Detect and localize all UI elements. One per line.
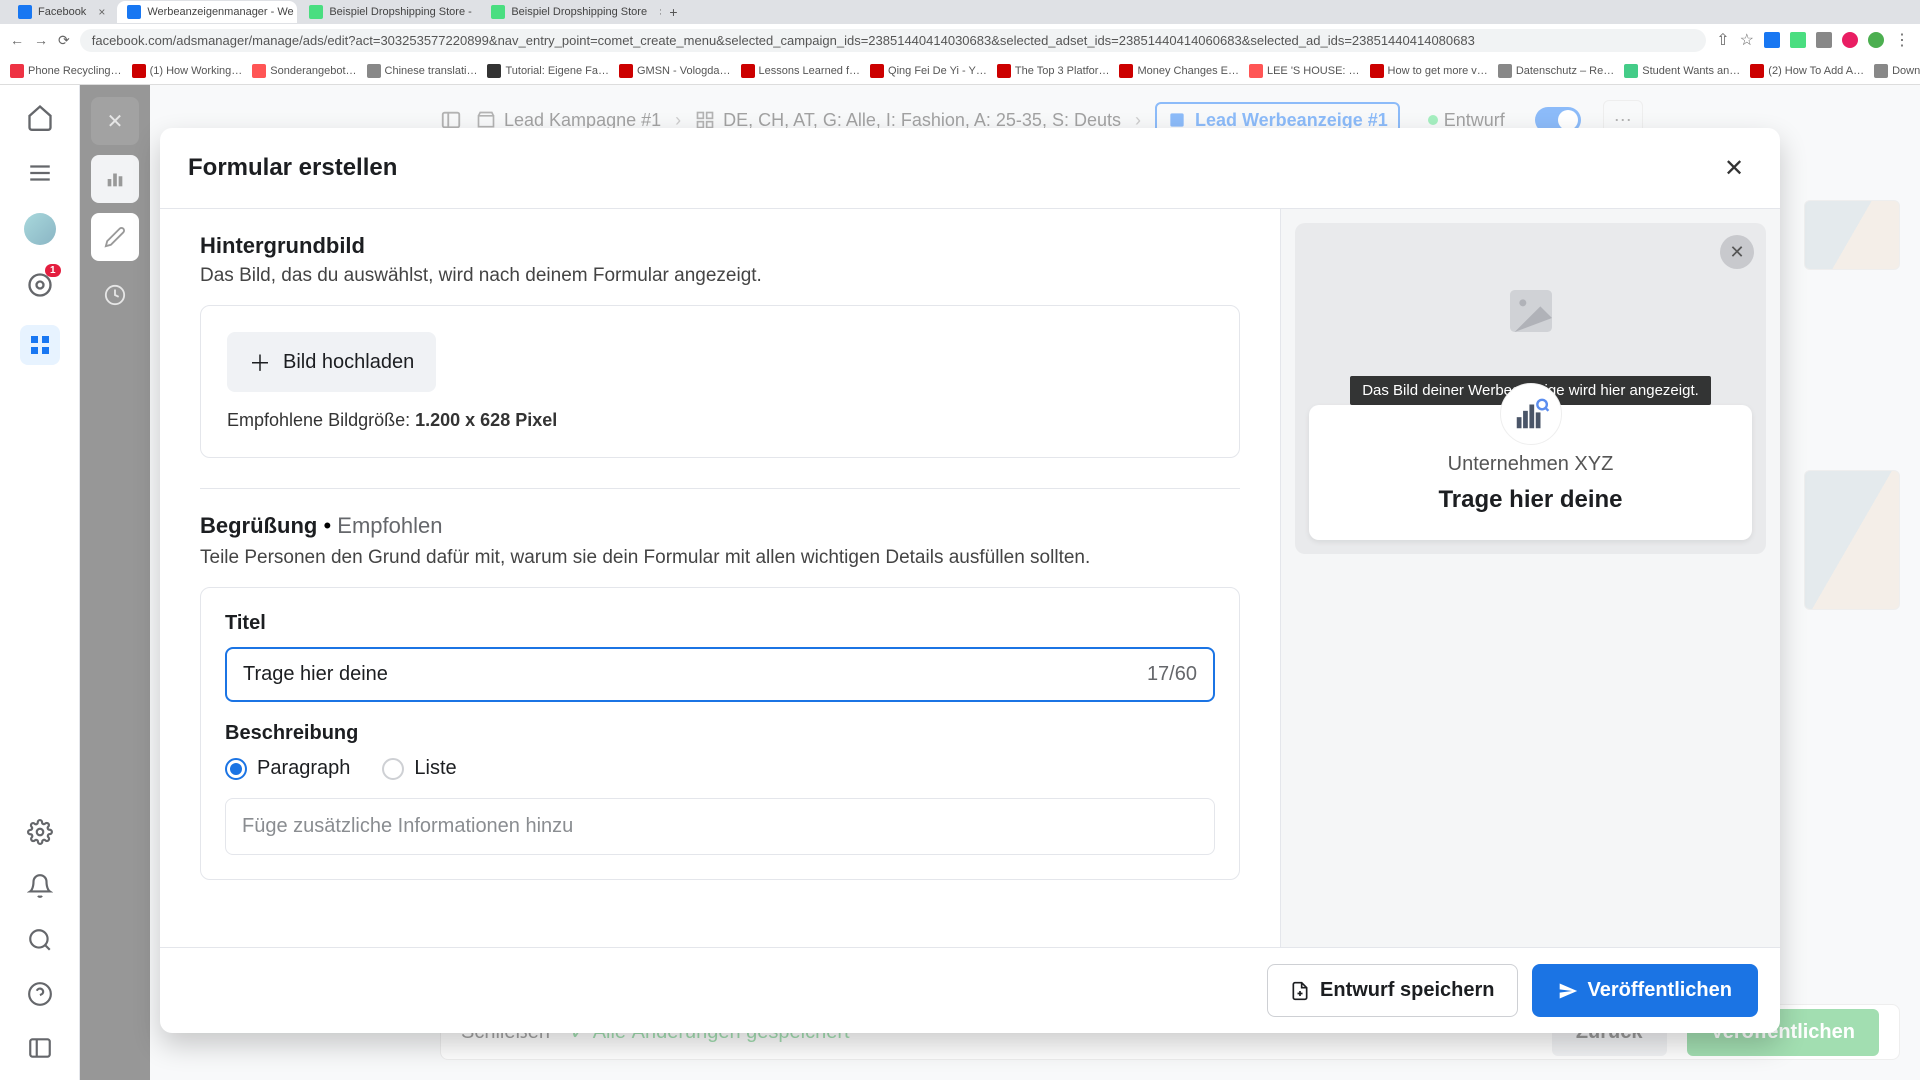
- create-form-modal: Formular erstellen ✕ Hintergrundbild Das…: [160, 128, 1780, 1033]
- publish-form-button[interactable]: Veröffentlichen: [1532, 964, 1758, 1017]
- close-icon[interactable]: ✕: [1716, 150, 1752, 186]
- image-placeholder-icon: [1503, 283, 1559, 353]
- profile-avatar[interactable]: [24, 213, 56, 245]
- title-input-wrapper: 17/60: [225, 647, 1215, 702]
- bookmark[interactable]: Download - Cooki…: [1874, 64, 1920, 78]
- title-char-counter: 17/60: [1147, 663, 1197, 686]
- save-draft-button[interactable]: Entwurf speichern: [1267, 964, 1517, 1017]
- ext-icon[interactable]: [1842, 32, 1858, 48]
- avatar-icon[interactable]: [1868, 32, 1884, 48]
- preview-title-text: Trage hier deine: [1329, 486, 1732, 514]
- bookmark-bar: Phone Recycling… (1) How Working… Sonder…: [0, 56, 1920, 85]
- plus-icon: ＋: [249, 346, 271, 378]
- bookmark[interactable]: Tutorial: Eigene Fa…: [487, 64, 609, 78]
- ext-icon[interactable]: [1816, 32, 1832, 48]
- bookmark[interactable]: Lessons Learned f…: [741, 64, 861, 78]
- section-subtitle: Teile Personen den Grund dafür mit, waru…: [200, 547, 1240, 569]
- extension-icons: ⇧ ☆ ⋮: [1716, 30, 1910, 50]
- bookmark[interactable]: Sonderangebot…: [252, 64, 356, 78]
- settings-icon[interactable]: [24, 816, 56, 848]
- brand-logo: [1500, 383, 1562, 445]
- help-icon[interactable]: [24, 978, 56, 1010]
- tab-close-icon[interactable]: ×: [659, 5, 661, 19]
- notification-badge: 1: [45, 264, 61, 277]
- ext-icon[interactable]: [1764, 32, 1780, 48]
- bookmark[interactable]: How to get more v…: [1370, 64, 1488, 78]
- tab-bar: Facebook× Werbeanzeigenmanager - We× Bei…: [0, 0, 1920, 24]
- ext-icon[interactable]: [1790, 32, 1806, 48]
- radio-list[interactable]: Liste: [382, 757, 456, 780]
- section-subtitle: Das Bild, das du auswählst, wird nach de…: [200, 265, 1240, 287]
- reload-icon[interactable]: ⟳: [58, 32, 70, 49]
- section-title-background: Hintergrundbild: [200, 233, 1240, 259]
- upload-image-button[interactable]: ＋Bild hochladen: [227, 332, 436, 392]
- form-content: Hintergrundbild Das Bild, das du auswähl…: [160, 209, 1280, 947]
- greeting-form-card: Titel 17/60 Beschreibung Paragraph Liste…: [200, 587, 1240, 880]
- bookmark[interactable]: Student Wants an…: [1624, 64, 1740, 78]
- bookmark[interactable]: Chinese translati…: [367, 64, 478, 78]
- tab-close-icon[interactable]: ×: [98, 5, 105, 19]
- modal-header: Formular erstellen ✕: [160, 128, 1780, 209]
- browser-tab[interactable]: Beispiel Dropshipping Store -×: [299, 1, 479, 23]
- preview-company-name: Unternehmen XYZ: [1329, 453, 1732, 476]
- browser-tab-active[interactable]: Werbeanzeigenmanager - We×: [117, 1, 297, 23]
- forward-icon[interactable]: →: [34, 32, 48, 49]
- back-icon[interactable]: ←: [10, 32, 24, 49]
- home-icon[interactable]: [24, 101, 56, 133]
- modal-footer: Entwurf speichern Veröffentlichen: [160, 947, 1780, 1033]
- description-label: Beschreibung: [225, 722, 1215, 745]
- bookmark[interactable]: GMSN - Vologda…: [619, 64, 731, 78]
- collapse-icon[interactable]: [24, 1032, 56, 1064]
- facebook-left-rail: 1: [0, 85, 80, 1080]
- browser-tab[interactable]: Beispiel Dropshipping Store×: [481, 1, 661, 23]
- radio-paragraph[interactable]: Paragraph: [225, 757, 350, 780]
- description-type-radios: Paragraph Liste: [225, 757, 1215, 780]
- bookmark[interactable]: LEE 'S HOUSE: …: [1249, 64, 1360, 78]
- notifications-icon[interactable]: [24, 870, 56, 902]
- hamburger-icon[interactable]: [24, 157, 56, 189]
- new-tab-button[interactable]: +: [663, 4, 683, 20]
- search-icon[interactable]: [24, 924, 56, 956]
- bookmark[interactable]: (1) How Working…: [132, 64, 243, 78]
- url-input[interactable]: facebook.com/adsmanager/manage/ads/edit?…: [80, 29, 1707, 52]
- title-label: Titel: [225, 612, 1215, 635]
- divider: [200, 488, 1240, 489]
- title-input[interactable]: [243, 663, 1147, 686]
- bookmark[interactable]: Phone Recycling…: [10, 64, 122, 78]
- recommended-size: Empfohlene Bildgröße: 1.200 x 628 Pixel: [227, 410, 1213, 431]
- share-icon[interactable]: ⇧: [1716, 30, 1729, 50]
- audience-icon[interactable]: 1: [24, 269, 56, 301]
- browser-tab[interactable]: Facebook×: [8, 1, 115, 23]
- section-title-greeting: Begrüßung • Empfohlen: [200, 513, 1240, 539]
- bookmark[interactable]: Money Changes E…: [1119, 64, 1239, 78]
- upload-box: ＋Bild hochladen Empfohlene Bildgröße: 1.…: [200, 305, 1240, 458]
- modal-title: Formular erstellen: [188, 154, 397, 182]
- address-bar: ← → ⟳ facebook.com/adsmanager/manage/ads…: [0, 24, 1920, 56]
- description-input[interactable]: Füge zusätzliche Informationen hinzu: [225, 798, 1215, 855]
- form-preview: ✕ Das Bild deiner Werbeanzeige wird hier…: [1295, 223, 1766, 554]
- bookmark[interactable]: Qing Fei De Yi - Y…: [870, 64, 987, 78]
- ads-manager-icon[interactable]: [20, 325, 60, 365]
- star-icon[interactable]: ☆: [1740, 30, 1754, 50]
- preview-panel: ✕ Das Bild deiner Werbeanzeige wird hier…: [1280, 209, 1780, 947]
- bookmark[interactable]: Datenschutz – Re…: [1498, 64, 1614, 78]
- browser-chrome: Facebook× Werbeanzeigenmanager - We× Bei…: [0, 0, 1920, 85]
- kebab-icon[interactable]: ⋮: [1894, 30, 1910, 50]
- bookmark[interactable]: (2) How To Add A…: [1750, 64, 1864, 78]
- bookmark[interactable]: The Top 3 Platfor…: [997, 64, 1110, 78]
